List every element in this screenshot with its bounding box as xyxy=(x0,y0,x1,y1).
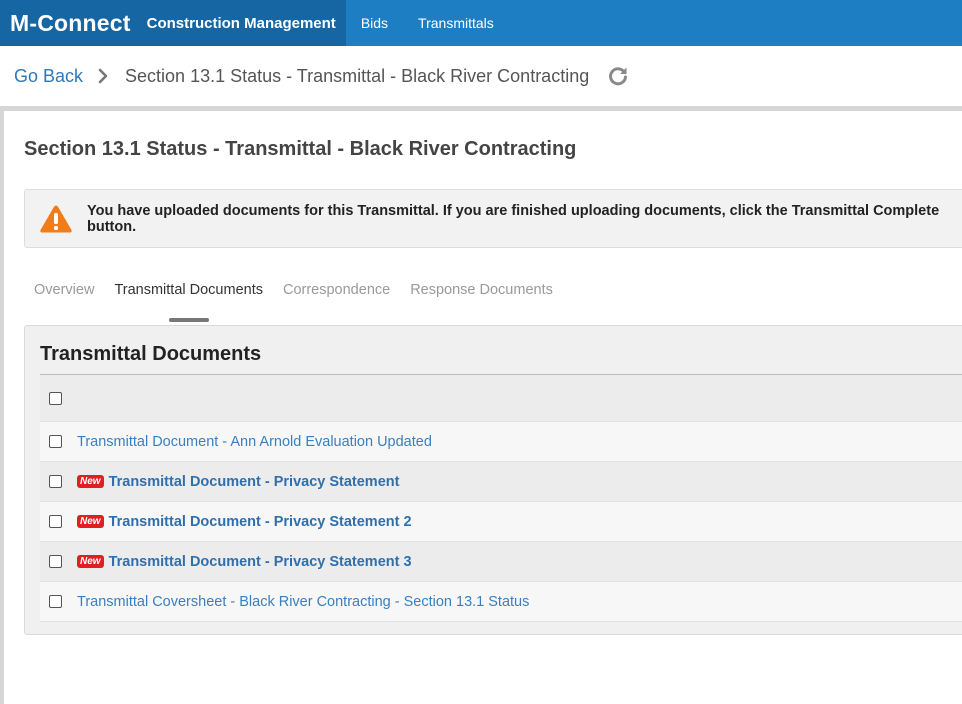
list-item: New Transmittal Document - Privacy State… xyxy=(40,462,962,502)
select-all-row xyxy=(40,375,962,422)
row-checkbox[interactable] xyxy=(49,475,62,488)
list-item: New Transmittal Document - Privacy State… xyxy=(40,502,962,542)
refresh-icon[interactable] xyxy=(607,65,629,87)
alert-message: You have uploaded documents for this Tra… xyxy=(87,202,940,235)
top-navigation: M-Connect Construction Management Bids T… xyxy=(0,0,962,46)
tab-transmittal-documents[interactable]: Transmittal Documents xyxy=(104,280,273,312)
new-badge: New xyxy=(77,475,104,488)
document-link[interactable]: Transmittal Document - Privacy Statement xyxy=(109,474,400,490)
document-link[interactable]: Transmittal Document - Privacy Statement… xyxy=(109,514,412,530)
breadcrumb-current: Section 13.1 Status - Transmittal - Blac… xyxy=(125,65,590,86)
page-title: Section 13.1 Status - Transmittal - Blac… xyxy=(24,138,577,160)
tab-overview[interactable]: Overview xyxy=(24,280,104,312)
brand-logo[interactable]: M-Connect xyxy=(0,0,141,46)
row-checkbox[interactable] xyxy=(49,595,62,608)
row-checkbox[interactable] xyxy=(49,435,62,448)
panel-title: Transmittal Documents xyxy=(40,343,262,365)
document-link[interactable]: Transmittal Coversheet - Black River Con… xyxy=(77,594,529,610)
breadcrumb: Go Back Section 13.1 Status - Transmitta… xyxy=(0,46,962,106)
list-item: New Transmittal Document - Privacy State… xyxy=(40,542,962,582)
nav-construction-management[interactable]: Construction Management xyxy=(140,0,346,46)
list-item: Transmittal Document - Ann Arnold Evalua… xyxy=(40,422,962,462)
header-divider xyxy=(0,106,962,111)
document-link[interactable]: Transmittal Document - Privacy Statement… xyxy=(109,554,412,570)
go-back-link[interactable]: Go Back xyxy=(14,66,83,87)
tab-correspondence[interactable]: Correspondence xyxy=(273,280,400,312)
row-checkbox[interactable] xyxy=(49,555,62,568)
tab-response-documents[interactable]: Response Documents xyxy=(400,280,563,312)
documents-panel: Transmittal Documents Transmittal Docume… xyxy=(24,325,962,635)
new-badge: New xyxy=(77,515,104,528)
nav-transmittals[interactable]: Transmittals xyxy=(403,0,509,46)
left-border xyxy=(0,111,4,704)
document-list: Transmittal Document - Ann Arnold Evalua… xyxy=(40,375,962,622)
new-badge: New xyxy=(77,555,104,568)
chevron-right-icon xyxy=(95,68,111,84)
select-all-checkbox[interactable] xyxy=(49,391,62,405)
tab-bar: Overview Transmittal Documents Correspon… xyxy=(24,280,563,312)
row-checkbox[interactable] xyxy=(49,515,62,528)
list-item: Transmittal Coversheet - Black River Con… xyxy=(40,582,962,622)
nav-bids[interactable]: Bids xyxy=(346,0,403,46)
info-alert: You have uploaded documents for this Tra… xyxy=(24,189,962,248)
warning-icon xyxy=(39,204,73,234)
document-link[interactable]: Transmittal Document - Ann Arnold Evalua… xyxy=(77,434,432,450)
